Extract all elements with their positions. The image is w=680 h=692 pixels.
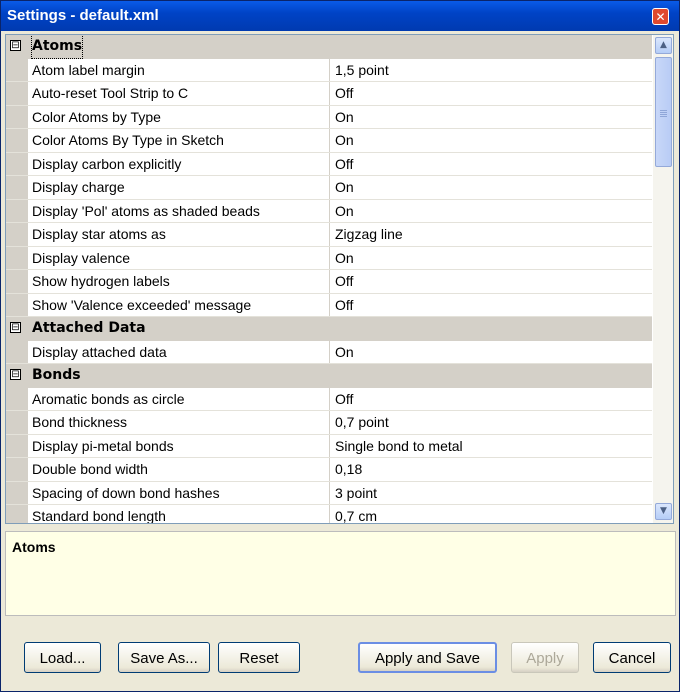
- row-margin: [6, 270, 28, 293]
- property-name: Auto-reset Tool Strip to C: [32, 82, 330, 105]
- collapse-icon[interactable]: ⊟: [10, 369, 21, 380]
- property-name: Atom label margin: [32, 58, 330, 81]
- description-panel: Atoms: [5, 531, 676, 616]
- row-margin: [6, 223, 28, 246]
- property-row[interactable]: Display star atoms as Zigzag line: [6, 223, 652, 247]
- property-row[interactable]: Display charge On: [6, 176, 652, 200]
- property-name: Display attached data: [32, 340, 330, 363]
- scroll-up-icon[interactable]: ▲: [655, 37, 672, 54]
- apply-button[interactable]: Apply: [511, 642, 579, 673]
- property-value[interactable]: Off: [335, 153, 353, 176]
- property-value[interactable]: On: [335, 200, 354, 223]
- property-name: Display carbon explicitly: [32, 152, 330, 175]
- property-value[interactable]: Single bond to metal: [335, 435, 463, 458]
- property-value[interactable]: Off: [335, 388, 353, 411]
- property-row[interactable]: Display pi-metal bonds Single bond to met…: [6, 434, 652, 458]
- property-value[interactable]: 1,5 point: [335, 59, 389, 82]
- property-row[interactable]: Bond thickness 0,7 point: [6, 411, 652, 435]
- category-label: Atoms: [30, 35, 84, 59]
- property-name: Show hydrogen labels: [32, 270, 330, 293]
- row-margin: [6, 129, 28, 152]
- close-icon[interactable]: ✕: [652, 8, 669, 25]
- property-name: Color Atoms By Type in Sketch: [32, 129, 330, 152]
- property-row[interactable]: Show 'Valence exceeded' message Off: [6, 293, 652, 317]
- row-margin: [6, 199, 28, 222]
- property-value[interactable]: On: [335, 106, 354, 129]
- property-row[interactable]: Display carbon explicitly Off: [6, 152, 652, 176]
- property-name: Display pi-metal bonds: [32, 434, 330, 457]
- property-name: Display star atoms as: [32, 223, 330, 246]
- category-label: Attached Data: [32, 320, 146, 336]
- row-margin: [6, 411, 28, 434]
- category-label: Bonds: [32, 367, 81, 383]
- property-value[interactable]: On: [335, 176, 354, 199]
- apply-and-save-button[interactable]: Apply and Save: [358, 642, 497, 673]
- property-value[interactable]: 0,18: [335, 458, 362, 481]
- property-name: Spacing of down bond hashes: [32, 481, 330, 504]
- row-margin: [6, 293, 28, 316]
- property-row[interactable]: Double bond width 0,18: [6, 458, 652, 482]
- property-row[interactable]: Display attached data On: [6, 340, 652, 364]
- property-name: Bond thickness: [32, 411, 330, 434]
- row-margin: [6, 246, 28, 269]
- property-row[interactable]: Spacing of down bond hashes 3 point: [6, 481, 652, 505]
- property-value[interactable]: 0,7 point: [335, 411, 389, 434]
- property-row[interactable]: Standard bond length 0,7 cm: [6, 505, 652, 523]
- scroll-down-icon[interactable]: ▼: [655, 503, 672, 520]
- property-name: Color Atoms by Type: [32, 105, 330, 128]
- load-button[interactable]: Load...: [24, 642, 101, 673]
- property-name: Double bond width: [32, 458, 330, 481]
- window-title: Settings - default.xml: [7, 7, 159, 24]
- row-margin: [6, 176, 28, 199]
- property-name: Show 'Valence exceeded' message: [32, 293, 330, 316]
- row-margin: [6, 434, 28, 457]
- row-margin: [6, 458, 28, 481]
- property-value[interactable]: Zigzag line: [335, 223, 403, 246]
- property-value[interactable]: 0,7 cm: [335, 505, 377, 523]
- property-grid: ⊟ Atoms Atom label margin 1,5 point Auto-res…: [5, 34, 674, 524]
- property-value[interactable]: Off: [335, 294, 353, 317]
- property-value[interactable]: Off: [335, 82, 353, 105]
- category-row[interactable]: ⊟ Attached Data: [6, 317, 652, 341]
- grip-icon: [660, 110, 667, 111]
- row-margin: [6, 82, 28, 105]
- property-row[interactable]: Display valence On: [6, 246, 652, 270]
- collapse-icon[interactable]: ⊟: [10, 322, 21, 333]
- row-margin: [6, 152, 28, 175]
- row-margin: [6, 58, 28, 81]
- property-name: Display 'Pol' atoms as shaded beads: [32, 199, 330, 222]
- property-name: Standard bond length: [32, 505, 330, 523]
- row-margin: [6, 481, 28, 504]
- property-value[interactable]: Off: [335, 270, 353, 293]
- property-row[interactable]: Atom label margin 1,5 point: [6, 58, 652, 82]
- property-row[interactable]: Aromatic bonds as circle Off: [6, 387, 652, 411]
- row-margin: [6, 340, 28, 363]
- cancel-button[interactable]: Cancel: [593, 642, 671, 673]
- category-row[interactable]: ⊟ Bonds: [6, 364, 652, 388]
- property-name: Display valence: [32, 246, 330, 269]
- category-row[interactable]: ⊟ Atoms: [6, 35, 652, 59]
- property-row[interactable]: Display 'Pol' atoms as shaded beads On: [6, 199, 652, 223]
- collapse-icon[interactable]: ⊟: [10, 40, 21, 51]
- row-margin: [6, 505, 28, 523]
- row-margin: [6, 387, 28, 410]
- property-value[interactable]: On: [335, 341, 354, 364]
- title-bar[interactable]: Settings - default.xml ✕: [1, 1, 679, 31]
- reset-button[interactable]: Reset: [218, 642, 300, 673]
- property-name: Display charge: [32, 176, 330, 199]
- property-row[interactable]: Show hydrogen labels Off: [6, 270, 652, 294]
- vertical-scrollbar[interactable]: ▲ ▼: [653, 35, 673, 523]
- settings-window: Settings - default.xml ✕ ⊟ Atoms Atom labe…: [0, 0, 680, 692]
- property-row[interactable]: Color Atoms by Type On: [6, 105, 652, 129]
- property-value[interactable]: On: [335, 247, 354, 270]
- scroll-thumb[interactable]: [655, 57, 672, 167]
- save-as-button[interactable]: Save As...: [118, 642, 210, 673]
- property-value[interactable]: 3 point: [335, 482, 377, 505]
- property-value[interactable]: On: [335, 129, 354, 152]
- property-row[interactable]: Auto-reset Tool Strip to C Off: [6, 82, 652, 106]
- description-title: Atoms: [12, 539, 56, 555]
- row-margin: [6, 105, 28, 128]
- property-row[interactable]: Color Atoms By Type in Sketch On: [6, 129, 652, 153]
- property-name: Aromatic bonds as circle: [32, 387, 330, 410]
